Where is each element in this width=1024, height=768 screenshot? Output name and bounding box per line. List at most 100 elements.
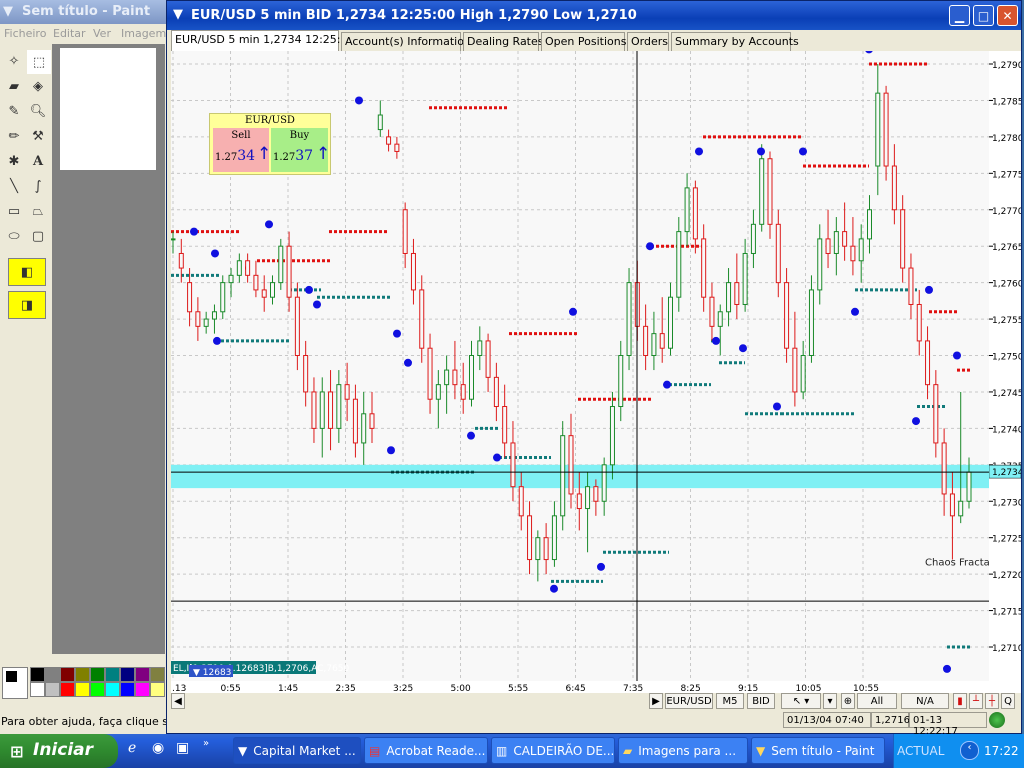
candle-body[interactable] xyxy=(187,282,193,313)
tab-summary-accounts[interactable]: Summary by Accounts xyxy=(671,32,799,51)
tab-account-info[interactable]: Account(s) Information xyxy=(341,32,471,51)
candle-body[interactable] xyxy=(419,289,425,349)
candle-body[interactable] xyxy=(742,252,748,305)
candle-body[interactable] xyxy=(850,245,856,262)
paint-menu-file[interactable]: Ficheiro xyxy=(4,27,46,40)
q-button[interactable]: Q xyxy=(1001,693,1015,709)
candle-body[interactable] xyxy=(585,486,591,510)
candle-body[interactable] xyxy=(502,406,508,444)
candle-body[interactable] xyxy=(294,296,300,356)
candle-body[interactable] xyxy=(883,92,889,167)
candle-body[interactable] xyxy=(875,92,881,167)
candle-body[interactable] xyxy=(377,114,383,131)
candle-body[interactable] xyxy=(236,260,242,276)
candle-body[interactable] xyxy=(452,369,458,386)
palette-swatch-top-8[interactable] xyxy=(150,667,165,682)
candle-body[interactable] xyxy=(800,355,806,393)
candle-body[interactable] xyxy=(668,296,673,349)
taskbar-item-capital-market[interactable]: ▼ Capital Market ... xyxy=(233,737,361,764)
candle-body[interactable] xyxy=(701,238,707,298)
sell-panel[interactable]: Sell 1.2734 ↑ xyxy=(213,128,271,172)
candle-body[interactable] xyxy=(211,311,217,320)
palette-swatch-top-3[interactable] xyxy=(75,667,90,682)
candle-body[interactable] xyxy=(361,413,367,444)
option-transparent-icon[interactable]: ◨ xyxy=(8,291,46,319)
candle-body[interactable] xyxy=(410,252,416,291)
na-button[interactable]: N/A xyxy=(901,693,949,709)
fill-bucket-icon[interactable]: ◈ xyxy=(27,75,49,97)
media-quicklaunch-icon[interactable]: ◉ xyxy=(152,740,164,756)
chart-tool-line-icon[interactable]: ┴ xyxy=(969,693,983,709)
candle-body[interactable] xyxy=(659,333,665,349)
maximize-icon[interactable]: □ xyxy=(973,5,994,26)
candle-body[interactable] xyxy=(825,238,831,254)
candle-body[interactable] xyxy=(958,500,964,517)
quicklaunch-more-icon[interactable]: » xyxy=(203,738,209,749)
rect-select-icon[interactable]: ⬚ xyxy=(27,50,51,74)
candle-body[interactable] xyxy=(170,238,176,241)
airbrush-icon[interactable]: ✱ xyxy=(3,150,25,172)
tab-chart[interactable]: EUR/USD 5 min 1,2734 12:25:00 xyxy=(171,30,354,52)
candle-body[interactable] xyxy=(767,158,773,225)
candle-body[interactable] xyxy=(435,384,441,400)
candle-body[interactable] xyxy=(908,267,914,305)
zoom-in-icon[interactable]: ⊕ xyxy=(841,693,855,709)
symbol-button[interactable]: EUR/USD xyxy=(665,693,713,709)
candle-body[interactable] xyxy=(568,435,574,495)
candle-body[interactable] xyxy=(609,406,615,466)
palette-swatch-top-6[interactable] xyxy=(120,667,135,682)
rectangle-icon[interactable]: ▭ xyxy=(3,200,25,222)
candle-body[interactable] xyxy=(195,311,201,327)
candle-body[interactable] xyxy=(684,187,690,233)
pencil-icon[interactable]: ✏︎ xyxy=(3,125,25,147)
candle-body[interactable] xyxy=(900,209,906,269)
candle-body[interactable] xyxy=(444,369,450,386)
palette-swatch-bottom-4[interactable] xyxy=(90,682,105,697)
candle-body[interactable] xyxy=(784,282,790,349)
candle-body[interactable] xyxy=(626,282,632,356)
price-chart[interactable]: Chaos Fractal EL,I[1,2710,0.12683]B,1,270… xyxy=(170,45,993,681)
candle-body[interactable] xyxy=(543,537,549,561)
candle-body[interactable] xyxy=(817,238,823,291)
free-select-icon[interactable]: ✧ xyxy=(3,50,25,72)
all-button[interactable]: All xyxy=(857,693,897,709)
draw-tool-dropdown[interactable]: ↖ ▾ xyxy=(781,693,821,709)
horizontal-scrollbar[interactable]: ◀ ▶ EUR/USD M5 BID ↖ ▾ ▾ ⊕ All N/A ▮ ┴ ┼… xyxy=(171,693,1017,709)
palette-swatch-top-5[interactable] xyxy=(105,667,120,682)
palette-swatch-top-0[interactable] xyxy=(30,667,45,682)
palette-swatch-top-7[interactable] xyxy=(135,667,150,682)
scroll-down-icon[interactable]: ▾ xyxy=(823,693,837,709)
candle-body[interactable] xyxy=(651,333,657,357)
candle-body[interactable] xyxy=(270,282,275,298)
candle-body[interactable] xyxy=(551,515,557,561)
eraser-icon[interactable]: ▰ xyxy=(3,75,25,97)
candle-body[interactable] xyxy=(369,413,375,429)
palette-swatch-bottom-2[interactable] xyxy=(60,682,75,697)
candle-body[interactable] xyxy=(493,376,499,408)
candle-body[interactable] xyxy=(792,347,798,393)
candle-body[interactable] xyxy=(253,274,259,291)
palette-swatch-top-1[interactable] xyxy=(45,667,60,682)
candle-body[interactable] xyxy=(352,398,358,444)
minimize-icon[interactable]: ▁ xyxy=(949,5,970,26)
candle-body[interactable] xyxy=(319,391,325,429)
palette-swatch-bottom-6[interactable] xyxy=(120,682,135,697)
rounded-rect-icon[interactable]: ▢ xyxy=(27,225,49,247)
option-opaque-icon[interactable]: ◧ xyxy=(8,258,46,286)
paint-menu-image[interactable]: Imagem xyxy=(121,27,166,40)
candle-body[interactable] xyxy=(510,442,516,488)
candle-body[interactable] xyxy=(469,355,474,400)
candle-body[interactable] xyxy=(643,325,649,357)
candle-body[interactable] xyxy=(527,515,533,561)
taskbar-item-acrobat[interactable]: ▤ Acrobat Reade... xyxy=(364,737,488,764)
palette-swatch-bottom-1[interactable] xyxy=(45,682,60,697)
candle-body[interactable] xyxy=(833,231,839,254)
candle-body[interactable] xyxy=(228,274,234,284)
line-icon[interactable]: ╲ xyxy=(3,175,25,197)
palette-swatch-bottom-7[interactable] xyxy=(135,682,150,697)
candle-body[interactable] xyxy=(560,435,566,517)
candle-body[interactable] xyxy=(808,289,814,357)
tab-orders[interactable]: Orders xyxy=(627,32,669,51)
candle-body[interactable] xyxy=(858,238,864,262)
candle-body[interactable] xyxy=(286,245,292,298)
